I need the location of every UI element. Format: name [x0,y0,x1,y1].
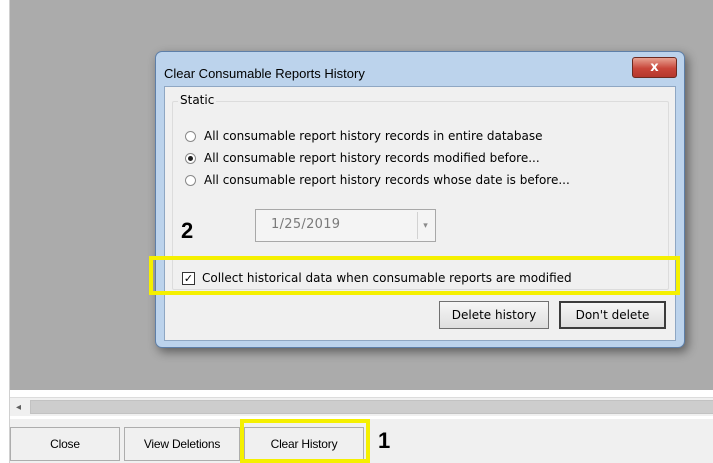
option-entire-database[interactable]: All consumable report history records in… [185,129,543,143]
dialog-close-icon[interactable]: x [632,57,677,78]
option-modified-before[interactable]: All consumable report history records mo… [185,151,540,165]
clear-history-dialog: Clear Consumable Reports History x Stati… [155,51,685,348]
date-picker[interactable]: 1/25/2019 ▾ [255,209,436,242]
scrollbar-thumb[interactable] [30,400,713,414]
option-date-before[interactable]: All consumable report history records wh… [185,173,570,187]
radio-modified-before[interactable] [185,152,196,164]
dialog-client-area: Static All consumable report history rec… [164,86,676,341]
callout-number-1: 1 [378,428,391,453]
chevron-down-icon[interactable]: ▾ [417,212,433,239]
radio-date-before[interactable] [185,174,196,186]
left-edge-strip [0,0,10,463]
collect-history-highlight [149,256,680,295]
callout-number-2: 2 [181,218,194,243]
option-entire-database-label: All consumable report history records in… [204,129,543,143]
clear-history-highlight [240,419,370,463]
scroll-left-icon[interactable]: ◂ [10,399,27,415]
radio-entire-database[interactable] [185,130,196,142]
horizontal-scrollbar[interactable]: ◂ [10,397,713,416]
close-button[interactable]: Close [10,427,120,461]
date-value: 1/25/2019 [271,217,341,232]
view-deletions-button[interactable]: View Deletions [124,427,240,461]
option-modified-before-label: All consumable report history records mo… [204,151,540,165]
delete-history-button[interactable]: Delete history [439,301,549,329]
dont-delete-button[interactable]: Don't delete [559,301,666,329]
option-date-before-label: All consumable report history records wh… [204,173,570,187]
static-group-label: Static [178,93,217,107]
dialog-title: Clear Consumable Reports History [164,66,365,81]
